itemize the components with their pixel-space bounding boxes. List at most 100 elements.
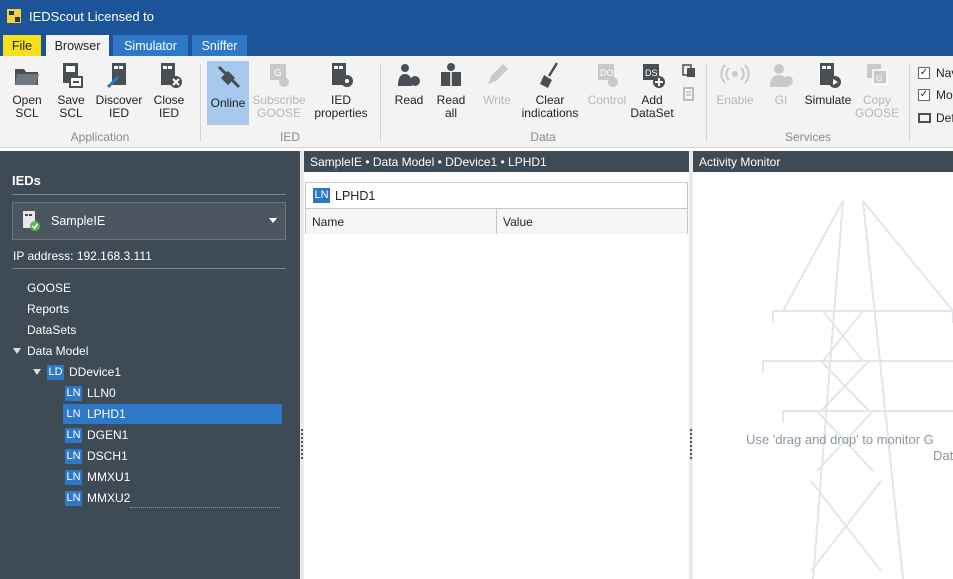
group-label-ied: IED [279,130,300,144]
tree-item-ln-selected[interactable]: LN LPHD1 [63,404,282,424]
pencil-icon [488,64,508,84]
clear-indications-button[interactable]: Clear indications [520,60,580,130]
broom-icon [540,62,559,88]
simulate-icon [820,63,841,88]
tree-item-ln[interactable]: LN MMXU2 [65,488,130,508]
pylon-watermark-icon [762,200,953,579]
svg-text:DO: DO [600,68,614,78]
ied-properties-button[interactable]: IED properties [312,60,370,130]
paste-icon[interactable] [682,87,696,101]
read-icon [398,64,420,86]
expand-triangle-icon[interactable] [33,369,41,375]
drag-drop-hint-line2: Dat [933,448,953,463]
ln-badge: LN [65,469,82,485]
drag-drop-hint: Use 'drag and drop' to monitor G [746,432,934,447]
group-separator [706,64,707,142]
tab-file[interactable]: File [3,35,41,56]
group-separator [380,64,381,142]
tab-simulator[interactable]: Simulator [113,35,188,56]
write-button[interactable]: Write [477,60,517,130]
ip-value: 192.168.3.111 [76,249,152,263]
svg-text:G: G [274,68,282,79]
subscribe-goose-button[interactable]: G Subscribe GOOSE [252,60,306,130]
monitor-checkbox[interactable]: ✓ [918,89,930,101]
discover-ied-button[interactable]: Discover IED [94,60,144,130]
tree-guide-line [130,507,280,508]
gi-button[interactable]: GI [762,60,800,130]
plug-icon [217,65,241,89]
data-panel: SampleIE • Data Model • DDevice1 • LPHD1… [304,151,689,579]
svg-text:DS: DS [645,68,658,78]
ieds-heading: IEDs [12,173,41,188]
group-separator [200,64,201,142]
tree-item-ln[interactable]: LN LLN0 [65,383,116,403]
monitor-option[interactable]: ✓ Mo [918,88,953,102]
ld-badge: LD [47,364,64,380]
divider [12,194,286,195]
chevron-down-icon[interactable] [269,218,277,223]
group-label-data: Data [530,130,556,144]
group-label-application: Application [70,130,130,144]
tree-item-ln[interactable]: LN MMXU1 [65,467,130,487]
copy-icon[interactable] [682,64,696,78]
ip-label: IP address: [13,249,74,263]
column-header-name[interactable]: Name [306,209,497,234]
breadcrumb: SampleIE • Data Model • DDevice1 • LPHD1 [304,151,689,172]
ln-badge: LN [313,188,330,203]
add-dataset-button[interactable]: DS Add DataSet [630,60,674,130]
ribbon: Open SCL Save SCL Discover IED Close IED… [0,56,953,148]
ied-selector[interactable]: SampleIE [12,202,286,240]
navigation-checkbox[interactable]: ✓ [918,67,930,79]
node-title-bar: LN LPHD1 [306,183,687,209]
broadcast-icon [720,64,750,84]
folder-open-icon [15,69,39,85]
copy-goose-button[interactable]: G Copy GOOSE [855,60,899,130]
add-dataset-icon: DS [643,64,665,88]
tree-item-datasets[interactable]: DataSets [27,320,76,340]
save-scl-button[interactable]: Save SCL [52,60,90,130]
node-title: LPHD1 [335,188,376,203]
tree-item-data-model[interactable]: Data Model [13,341,88,361]
tree-item-ddevice1[interactable]: LD DDevice1 [33,362,121,382]
window-title: IEDScout Licensed to [29,8,155,24]
default-layout-option[interactable]: Def [918,111,953,125]
control-icon: DO [598,64,618,87]
ied-device-icon [23,211,40,231]
layout-icon [918,113,931,123]
read-button[interactable]: Read [390,60,428,130]
gi-icon [770,64,793,87]
selected-ied-name: SampleIE [51,214,106,228]
read-all-icon [441,63,461,86]
ribbon-tabs: File Browser Simulator Sniffer [0,32,953,56]
tree-item-ln[interactable]: LN DSCH1 [65,446,128,466]
discover-icon [106,63,126,89]
expand-triangle-icon[interactable] [13,348,21,354]
tree-item-reports[interactable]: Reports [27,299,69,319]
navigation-option[interactable]: ✓Nav [918,66,953,80]
data-table: LN LPHD1 Name Value [305,182,688,234]
ln-badge: LN [65,427,82,443]
ln-badge: LN [65,385,82,401]
ln-badge: LN [65,490,82,506]
tree-item-goose[interactable]: GOOSE [27,278,71,298]
tree-item-ln[interactable]: LN DGEN1 [65,425,128,445]
simulate-button[interactable]: Simulate [802,60,854,130]
ln-badge: LN [65,448,82,464]
svg-text:G: G [876,74,882,83]
read-all-button[interactable]: Read all [432,60,470,130]
tab-browser[interactable]: Browser [46,35,109,56]
ln-badge: LN [65,406,82,422]
activity-monitor-title: Activity Monitor [693,151,953,172]
save-icon [63,63,83,88]
control-button[interactable]: DO Control [584,60,630,130]
column-header-value[interactable]: Value [497,215,533,229]
title-bar: IEDScout Licensed to [0,0,953,32]
tab-sniffer[interactable]: Sniffer [192,35,247,56]
online-button[interactable]: Online [207,61,249,125]
open-scl-button[interactable]: Open SCL [6,60,48,130]
goose-icon: G [270,64,289,87]
group-label-services: Services [784,130,831,144]
close-ied-button[interactable]: Close IED [148,60,190,130]
enable-button[interactable]: Enable [713,60,757,130]
activity-monitor-panel: Activity Monitor Use 'drag and drop' to … [693,151,953,579]
